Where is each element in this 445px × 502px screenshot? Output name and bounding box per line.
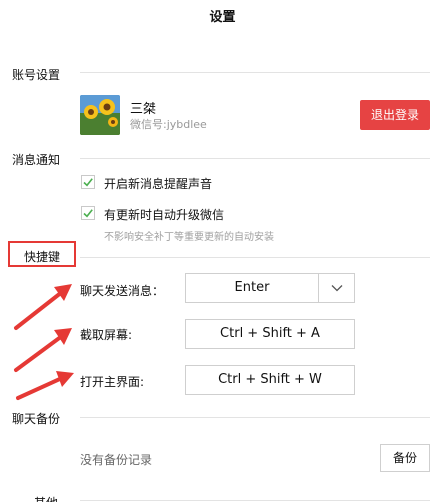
check-icon bbox=[83, 209, 93, 218]
wechat-id: 微信号:jybdlee bbox=[130, 118, 207, 131]
checkbox-new-message-sound[interactable] bbox=[81, 175, 95, 189]
section-label-backup: 聊天备份 bbox=[12, 412, 61, 426]
backup-button[interactable]: 备份 bbox=[380, 444, 430, 472]
section-label-other: 其他 bbox=[34, 494, 58, 502]
logout-button[interactable]: 退出登录 bbox=[360, 100, 430, 130]
annotation-arrows bbox=[14, 284, 74, 400]
arrow-to-screenshot bbox=[14, 328, 72, 372]
divider-account bbox=[80, 72, 430, 73]
divider-notifications bbox=[80, 158, 430, 159]
section-label-account: 账号设置 bbox=[12, 68, 61, 82]
select-dropdown-toggle[interactable] bbox=[318, 274, 354, 302]
divider-shortcuts bbox=[80, 257, 430, 258]
arrow-to-send-message bbox=[14, 284, 72, 330]
section-label-notifications: 消息通知 bbox=[12, 153, 61, 167]
option-label-new-message-sound[interactable]: 开启新消息提醒声音 bbox=[104, 175, 212, 192]
check-icon bbox=[83, 178, 93, 187]
sunflower-avatar-icon bbox=[80, 95, 120, 135]
divider-backup bbox=[80, 417, 430, 418]
open-main-shortcut-input[interactable]: Ctrl + Shift + W bbox=[185, 365, 355, 395]
divider-other bbox=[80, 500, 430, 501]
auto-upgrade-hint: 不影响安全补丁等重要更新的自动安装 bbox=[104, 232, 274, 243]
screenshot-shortcut-input[interactable]: Ctrl + Shift + A bbox=[185, 319, 355, 349]
section-label-shortcuts: 快捷键 bbox=[24, 250, 61, 264]
checkbox-auto-upgrade[interactable] bbox=[81, 206, 95, 220]
option-label-auto-upgrade[interactable]: 有更新时自动升级微信 bbox=[104, 206, 224, 223]
shortcut-label-screenshot: 截取屏幕: bbox=[80, 328, 133, 342]
backup-empty-text: 没有备份记录 bbox=[80, 453, 153, 467]
shortcut-label-send-message: 聊天发送消息： bbox=[80, 284, 165, 298]
arrow-to-open-main bbox=[16, 371, 74, 400]
nickname: 三桀 bbox=[130, 102, 157, 117]
shortcut-label-open-main: 打开主界面: bbox=[80, 375, 145, 389]
avatar[interactable] bbox=[80, 95, 120, 135]
send-message-select[interactable]: Enter bbox=[185, 273, 355, 303]
window-title: 设置 bbox=[209, 10, 236, 25]
send-message-select-value: Enter bbox=[234, 280, 270, 295]
chevron-down-icon bbox=[331, 285, 342, 292]
